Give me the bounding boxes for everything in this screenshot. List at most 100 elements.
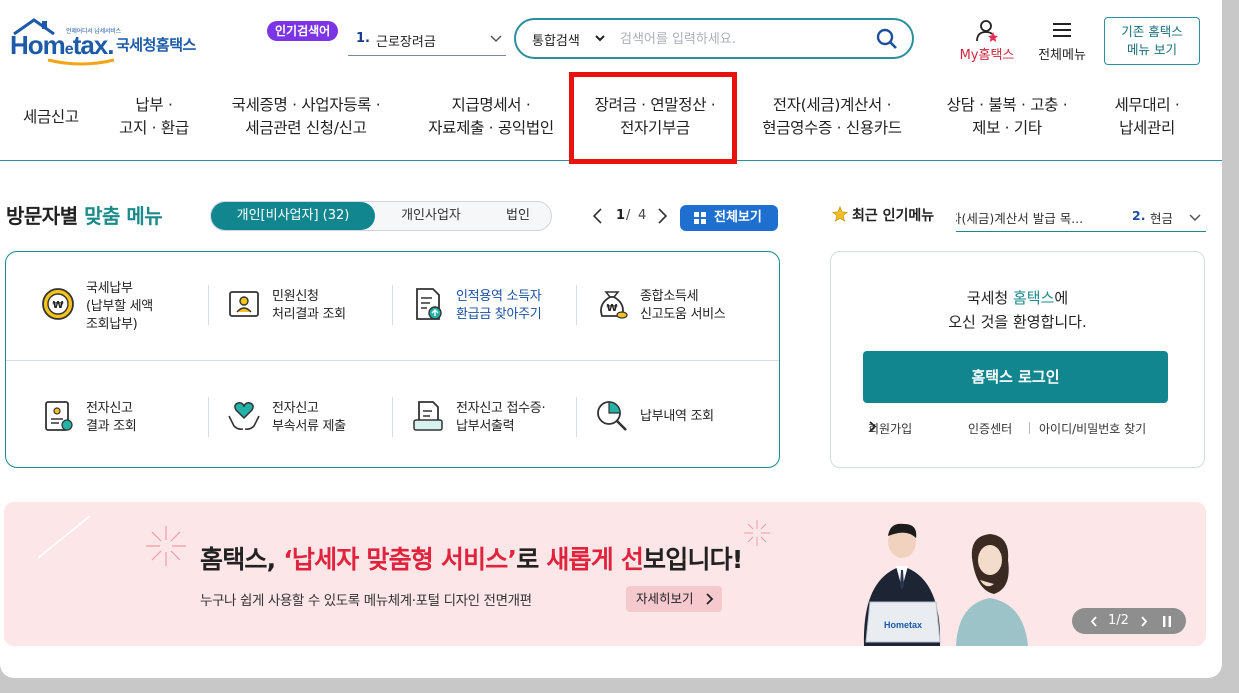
highlight-box	[569, 72, 737, 164]
banner-subtext: 누구나 쉽게 사용할 수 있도록 메뉴체계·포털 디자인 전면개편	[200, 593, 532, 609]
service-label-line: 처리결과 조회	[272, 307, 346, 322]
search-bar: 통합검색	[514, 18, 914, 59]
service-income-tax-help[interactable]: ₩ 종합소득세 신고도움 서비스	[594, 276, 764, 336]
page-separator: /	[626, 208, 631, 223]
gnb-item-tax-report[interactable]: 세금신고	[23, 106, 79, 129]
search-input[interactable]	[620, 28, 870, 50]
hamburger-icon	[1053, 23, 1071, 37]
report-result-icon	[45, 401, 73, 431]
hot-keyword-select[interactable]: 1. 근로장려금	[348, 26, 506, 56]
welcome-text: 국세청 홈택스에	[966, 289, 1069, 307]
search-icon[interactable]	[876, 28, 898, 50]
svg-text:₩: ₩	[606, 303, 617, 314]
divider	[576, 397, 577, 437]
logo-brand: Hometax.	[10, 30, 114, 60]
divider	[208, 285, 209, 325]
gnb-item-statement[interactable]: 지급명세서 · 자료제출 · 공익법인	[418, 94, 564, 140]
gnb-item-payment[interactable]: 납부 · 고지 · 환급	[110, 94, 198, 140]
divider	[392, 285, 393, 325]
logo-name: 국세청홈택스	[116, 36, 196, 54]
old-site-line1: 기존 홈택스	[1121, 24, 1183, 39]
promo-banner[interactable]: 홈택스, ‘납세자 맞춤형 서비스’로 새롭게 선보입니다! 누구나 쉽게 사용…	[4, 502, 1206, 646]
chevron-down-icon[interactable]	[1188, 210, 1202, 224]
tab-sole-proprietor[interactable]: 개인사업자	[381, 202, 481, 230]
custom-menu-title: 방문자별 맞춤 메뉴	[6, 204, 163, 228]
chevron-down-icon	[490, 35, 502, 43]
user-star-icon	[976, 20, 998, 42]
service-e-report-result[interactable]: 전자신고 결과 조회	[40, 388, 200, 448]
service-civil-result[interactable]: 민원신청처리결과 조회	[226, 276, 386, 336]
tab-individual[interactable]: 개인[비사업자] (32)	[211, 202, 375, 230]
service-label-line: 민원신청	[272, 289, 319, 304]
signup-link[interactable]: 회원가입	[868, 420, 912, 436]
gnb-item-agent[interactable]: 세무대리 · 납세관리	[1103, 94, 1191, 140]
gnb-item-e-invoice[interactable]: 전자(세금)계산서 · 현금영수증 · 신용카드	[752, 94, 912, 140]
service-attachment-submit[interactable]: 전자신고부속서류 제출	[226, 388, 386, 448]
old-site-line2: 메뉴 보기	[1127, 42, 1177, 57]
divider	[1029, 422, 1030, 434]
tab-corporation[interactable]: 법인	[491, 202, 545, 230]
service-tax-payment[interactable]: ₩ 국세납부 (납부할 세액 조회납부)	[40, 276, 200, 336]
service-payment-history[interactable]: 납부내역 조회	[594, 388, 754, 448]
divider	[208, 397, 209, 437]
svg-text:Hometax: Hometax	[884, 620, 922, 630]
service-label-line: 신고도움 서비스	[640, 307, 726, 322]
custom-menu-pager: 1 / 4	[590, 206, 670, 228]
old-hometax-menu-button[interactable]: 기존 홈택스 메뉴 보기	[1104, 17, 1200, 65]
heart-hands-icon	[228, 402, 260, 430]
chevron-left-icon[interactable]	[1090, 616, 1098, 627]
find-id-link[interactable]: 아이디/비밀번호 찾기	[1039, 420, 1146, 437]
gnb-item-consult[interactable]: 상담 · 불복 · 고충 · 제보 · 기타	[935, 94, 1079, 140]
search-scope-select[interactable]: 통합검색	[532, 30, 580, 49]
all-menu-button[interactable]: 전체메뉴	[1032, 19, 1092, 63]
chevron-right-icon[interactable]	[1140, 616, 1148, 627]
cert-center-link[interactable]: 인증센터	[968, 420, 1012, 437]
service-label-line: 전자신고	[86, 401, 133, 416]
main-navigation: 세금신고 납부 · 고지 · 환급 국세증명 · 사업자등록 · 세금관련 신청/신…	[0, 72, 1222, 164]
banner-more-button[interactable]: 자세히보기	[626, 586, 722, 612]
grid-icon	[694, 212, 706, 224]
streak-decoration	[37, 515, 91, 559]
service-label-line: 전자신고 접수증·	[456, 401, 546, 416]
divider	[392, 397, 393, 437]
custom-menu-panel: ₩ 국세납부 (납부할 세액 조회납부) 민원신청 처리결과 조회 인적용역 소득자 환…	[5, 251, 780, 468]
divider	[576, 285, 577, 325]
popular-item-1[interactable]: 자(세금)계산서 발급 목...	[956, 208, 1083, 227]
service-receipt-print[interactable]: 전자신고 접수증· 납부서출력	[410, 388, 570, 448]
gnb-item-certificate[interactable]: 국세증명 · 사업자등록 · 세금관련 신청/신고	[222, 94, 390, 140]
hometax-logo[interactable]: 언제어디서 납세서비스 Hometax. 국세청홈택스	[8, 18, 208, 66]
banner-slide-control: 1/2	[1072, 608, 1186, 634]
my-hometax-button[interactable]: My홈택스	[954, 19, 1020, 63]
service-label-line: 국세납부	[86, 281, 133, 296]
popular-item-2-rank: 2.	[1132, 208, 1146, 223]
sparkle-icon	[744, 520, 770, 546]
service-label-line: 전자신고	[272, 401, 319, 416]
chevron-left-icon[interactable]	[590, 207, 606, 225]
refund-document-icon	[416, 288, 442, 320]
won-coin-icon: ₩	[42, 288, 74, 320]
view-all-button[interactable]: 전체보기	[680, 205, 778, 231]
chevron-right-icon[interactable]	[654, 207, 670, 225]
civil-document-icon	[229, 291, 259, 317]
svg-text:₩: ₩	[52, 300, 63, 311]
star-icon	[832, 206, 848, 222]
divider	[6, 360, 779, 361]
logo-swoosh	[47, 58, 115, 66]
service-label-line: 납부서출력	[456, 419, 515, 434]
service-label-line: 인적용역 소득자	[456, 289, 542, 304]
visitor-type-tabs: 개인[비사업자] (32) 개인사업자 법인	[210, 201, 552, 231]
receipt-print-icon	[413, 401, 443, 431]
chart-search-icon	[597, 401, 627, 431]
welcome-text-2: 오신 것을 환영합니다.	[948, 313, 1087, 331]
service-label-line: 부속서류 제출	[272, 419, 346, 434]
service-refund-finder[interactable]: 인적용역 소득자 환급금 찾아주기	[410, 276, 570, 336]
popular-menu-roller[interactable]: 자(세금)계산서 발급 목... 2. 현금	[956, 202, 1206, 232]
banner-page: 1/2	[1108, 613, 1129, 628]
chevron-right-icon	[705, 593, 713, 605]
view-all-label: 전체보기	[714, 210, 762, 225]
service-label-line: (납부할 세액	[86, 299, 153, 314]
login-button[interactable]: 홈택스 로그인	[863, 351, 1168, 403]
page-current: 1	[616, 208, 626, 223]
pause-icon[interactable]	[1162, 616, 1172, 627]
popular-item-2[interactable]: 현금	[1150, 208, 1172, 227]
